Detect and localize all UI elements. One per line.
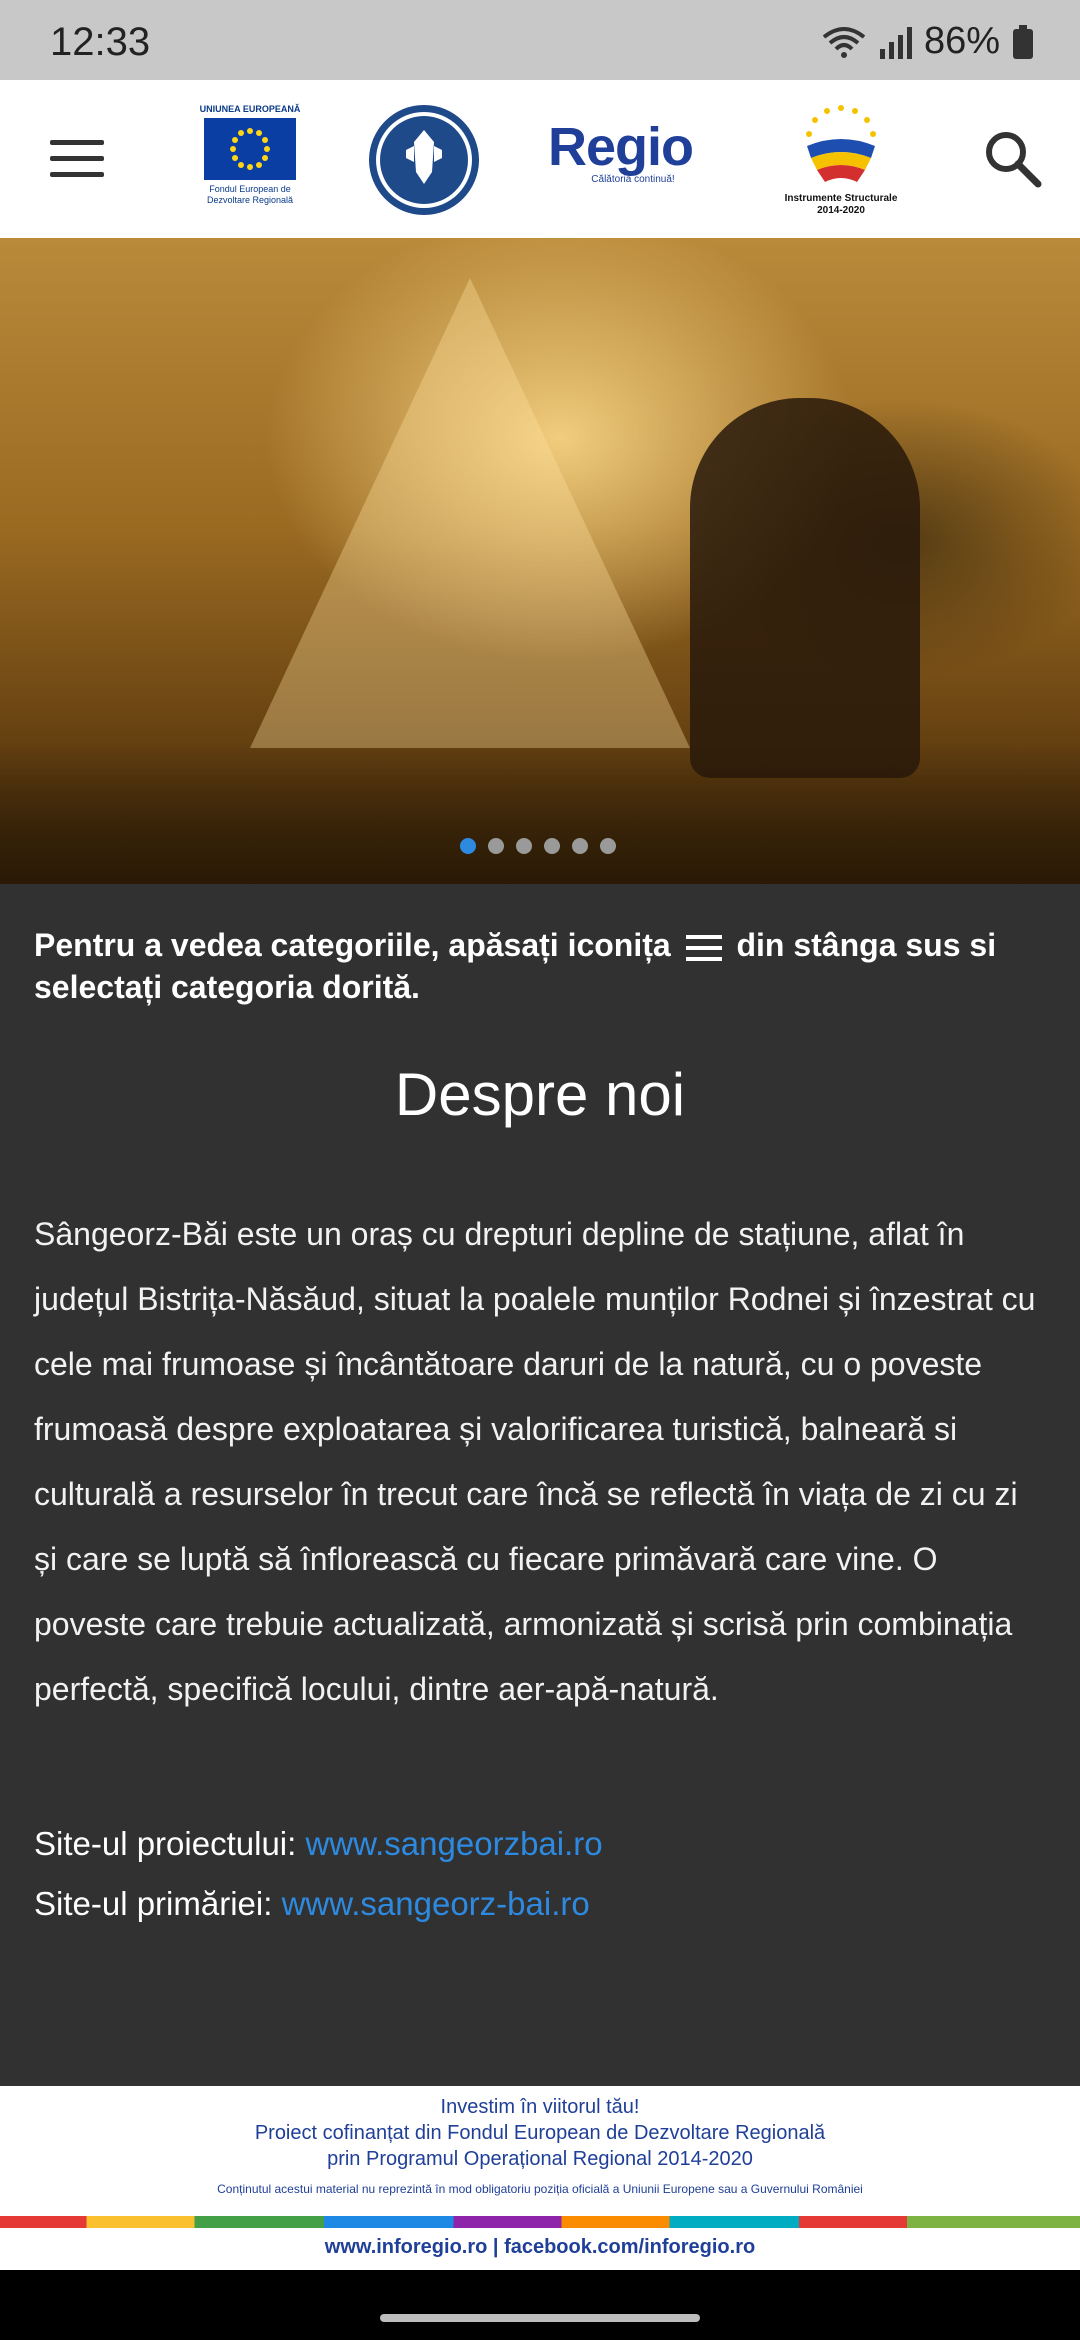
eu-logo: UNIUNEA EUROPEANĂ Fondul European de Dez…	[198, 104, 302, 206]
structural-instruments-logo: Instrumente Structurale 2014-2020	[776, 102, 906, 217]
footer-links[interactable]: www.inforegio.ro | facebook.com/inforegi…	[0, 2236, 1080, 2259]
townhall-site-link[interactable]: www.sangeorz-bai.ro	[282, 1885, 590, 1922]
home-gesture-handle[interactable]	[380, 2314, 700, 2322]
slider-dot-5[interactable]	[572, 838, 588, 854]
about-section: Pentru a vedea categoriile, apăsați icon…	[0, 884, 1080, 2086]
eu-flag-icon	[204, 118, 296, 180]
project-site-row: Site-ul proiectului: www.sangeorzbai.ro	[34, 1814, 603, 1874]
site-links: Site-ul proiectului: www.sangeorzbai.ro …	[34, 1814, 603, 1934]
status-icons: 86%	[822, 20, 1034, 63]
eu-logo-caption: UNIUNEA EUROPEANĂ	[199, 104, 301, 114]
hint-text-before: Pentru a vedea categoriile, apăsați icon…	[34, 927, 671, 963]
hero-haystack-shape	[250, 278, 690, 748]
slider-dot-3[interactable]	[516, 838, 532, 854]
category-hint: Pentru a vedea categoriile, apăsați icon…	[34, 924, 1044, 1008]
project-site-link[interactable]: www.sangeorzbai.ro	[305, 1825, 602, 1862]
hero-slider[interactable]	[0, 238, 1080, 884]
eu-logo-subtitle-2: Dezvoltare Regională	[206, 195, 294, 205]
menu-icon	[50, 140, 104, 145]
regio-logo: Regio Călătoria continuă!	[548, 116, 718, 185]
about-paragraph: Sângeorz-Băi este un oraș cu drepturi de…	[34, 1216, 1036, 1707]
footer-line-3: prin Programul Operațional Regional 2014…	[327, 2148, 753, 2170]
is-logo-caption-2: 2014-2020	[817, 205, 865, 216]
slider-dot-6[interactable]	[600, 838, 616, 854]
status-time: 12:33	[50, 20, 151, 64]
wifi-icon	[822, 26, 866, 58]
inline-menu-icon	[685, 934, 722, 961]
regio-logo-word: Regio	[548, 117, 694, 177]
hero-person-silhouette	[690, 398, 920, 778]
system-nav-bar	[0, 2270, 1080, 2340]
battery-percent: 86%	[923, 20, 1000, 62]
footer-color-stripe	[0, 2216, 1080, 2228]
slider-dots	[460, 838, 616, 854]
section-title: Despre noi	[394, 1061, 686, 1128]
is-logo-caption-1: Instrumente Structurale	[784, 193, 898, 204]
status-bar: 12:33 86%	[0, 0, 1080, 80]
slider-dot-2[interactable]	[488, 838, 504, 854]
slider-dot-1[interactable]	[460, 838, 476, 854]
footer-slogan: Investim în viitorul tău!	[440, 2096, 640, 2118]
search-icon[interactable]	[980, 126, 1044, 190]
signal-icon	[879, 26, 912, 59]
townhall-site-row: Site-ul primăriei: www.sangeorz-bai.ro	[34, 1874, 603, 1934]
menu-button[interactable]	[50, 140, 104, 180]
project-site-label: Site-ul proiectului:	[34, 1825, 297, 1862]
hero-ground	[0, 744, 1080, 884]
eu-logo-subtitle-1: Fondul European de	[209, 184, 291, 194]
battery-icon	[1013, 24, 1033, 59]
government-seal-icon	[369, 105, 479, 215]
townhall-site-label: Site-ul primăriei:	[34, 1885, 273, 1922]
slider-dot-4[interactable]	[544, 838, 560, 854]
funding-footer: Investim în viitorul tău! Proiect cofina…	[0, 2086, 1080, 2270]
structural-instruments-icon	[806, 105, 876, 182]
site-header: UNIUNEA EUROPEANĂ Fondul European de Dez…	[0, 80, 1080, 238]
footer-disclaimer: Conținutul acestui material nu reprezint…	[217, 2182, 863, 2196]
footer-line-2: Proiect cofinanțat din Fondul European d…	[254, 2122, 826, 2144]
